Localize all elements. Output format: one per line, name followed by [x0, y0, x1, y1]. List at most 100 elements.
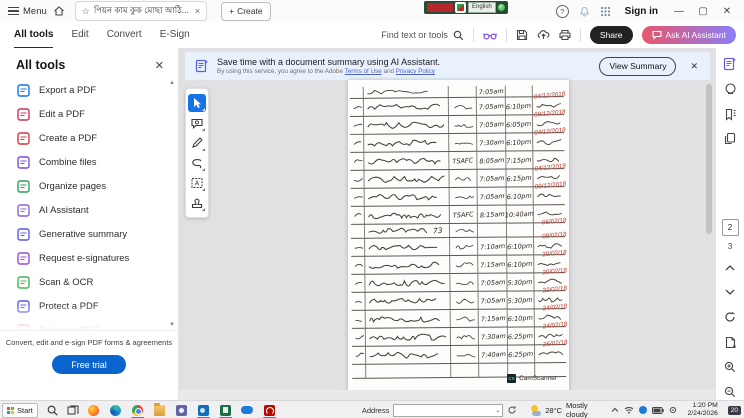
battery-icon[interactable]: [652, 407, 664, 414]
taskbar-search-icon[interactable]: [47, 405, 58, 416]
sidebar-item-combine-files[interactable]: Combine files: [0, 150, 178, 174]
privacy-policy-link[interactable]: Privacy Policy: [396, 68, 435, 75]
avro-keyboard-icon[interactable]: [455, 2, 466, 13]
toolbar-tab-edit[interactable]: Edit: [71, 22, 88, 47]
ai-glasses-icon[interactable]: [483, 30, 497, 41]
weather-widget[interactable]: 28°C Mostly cloudy: [531, 401, 600, 418]
toolbar-tab-all-tools[interactable]: All tools: [14, 22, 53, 49]
taskbar-app-acrobat[interactable]: [263, 403, 276, 418]
onedrive-tray-icon[interactable]: [639, 406, 647, 414]
maximize-button[interactable]: ▢: [696, 6, 710, 17]
fit-page-button[interactable]: [721, 334, 739, 351]
home-button[interactable]: [53, 5, 65, 17]
sidebar-item-create-a-pdf[interactable]: Create a PDF: [0, 126, 178, 150]
toolbar-tab-convert[interactable]: Convert: [107, 22, 142, 47]
post-cell: TSAFC: [449, 152, 477, 169]
taskbar-app-onedrive[interactable]: [241, 403, 254, 418]
free-trial-button[interactable]: Free trial: [52, 355, 126, 374]
start-button[interactable]: Start: [2, 403, 38, 418]
terms-of-use-link[interactable]: Terms of Use: [345, 68, 382, 75]
help-icon[interactable]: ?: [556, 5, 569, 18]
page-number-input[interactable]: 2: [722, 219, 739, 236]
address-dropdown-icon[interactable]: ⌄: [495, 407, 500, 414]
draw-tool-button[interactable]: [188, 134, 206, 152]
generative-summary-panel-button[interactable]: [721, 56, 739, 73]
task-view-icon[interactable]: [67, 405, 79, 416]
create-tab-button[interactable]: + Create: [221, 2, 270, 21]
taskbar-clock[interactable]: 1:20 PM 2/24/2026: [688, 402, 718, 418]
lasso-tool-icon: [191, 158, 203, 169]
address-go-icon[interactable]: [507, 405, 517, 415]
lasso-tool-button[interactable]: [188, 154, 206, 172]
wifi-icon[interactable]: [624, 406, 634, 414]
page-thumbnails-panel-button[interactable]: [721, 130, 739, 147]
serial-cell: [350, 153, 364, 170]
sidebar-item-ai-assistant[interactable]: AI Assistant: [0, 198, 178, 222]
register-row: 7:10am 6:10pm 08/02/18: [351, 237, 565, 257]
tray-chevron-up-icon[interactable]: [611, 407, 619, 413]
address-input[interactable]: ⌄: [393, 404, 503, 417]
taskbar-app-edge[interactable]: [109, 403, 122, 418]
time-out-cell: 6:25pm: [508, 327, 535, 344]
taskbar-app-excel[interactable]: [219, 403, 232, 418]
sidebar-item-organize-pages[interactable]: Organize pages: [0, 174, 178, 198]
taskbar-app-firefox[interactable]: [87, 403, 100, 418]
sidebar-scrollbar[interactable]: ▲ ▼: [168, 80, 176, 328]
toolbar-tab-e-sign[interactable]: E-Sign: [160, 22, 190, 47]
share-button[interactable]: Share: [590, 26, 633, 44]
scrollbar-thumb[interactable]: [706, 84, 712, 234]
sidebar-item-request-e-signatures[interactable]: Request e-signatures: [0, 246, 178, 270]
close-tab-icon[interactable]: ×: [195, 6, 200, 16]
close-window-button[interactable]: ✕: [720, 6, 734, 17]
chevron-up-button[interactable]: [721, 259, 739, 276]
post-cell: [451, 346, 479, 363]
register-row: 7:05am 6:05pm 09/12/2018: [350, 115, 564, 135]
stamp-tool-button[interactable]: [188, 194, 206, 212]
zoom-out-button[interactable]: [721, 383, 739, 400]
banner-close-icon[interactable]: ✕: [690, 61, 698, 72]
zoom-in-button[interactable]: [721, 358, 739, 375]
taskbar-app-file-explorer[interactable]: [153, 403, 166, 418]
sidebar-item-edit-a-pdf[interactable]: Edit a PDF: [0, 102, 178, 126]
add-text-tool-button[interactable]: A: [188, 174, 206, 192]
taskbar-app-teams[interactable]: [175, 403, 188, 418]
rotate-button[interactable]: [721, 309, 739, 326]
apps-grid-icon[interactable]: [600, 6, 611, 17]
minimize-button[interactable]: —: [672, 6, 686, 17]
cloud-upload-icon[interactable]: [537, 29, 550, 41]
keyboard-layout-badge[interactable]: [427, 3, 453, 12]
taskbar-app-chrome[interactable]: [131, 403, 144, 418]
notification-count-badge[interactable]: 20: [728, 406, 741, 415]
settings-gear-icon[interactable]: [669, 406, 677, 414]
select-tool-button[interactable]: [188, 94, 206, 112]
menu-button[interactable]: Menu: [8, 5, 47, 18]
scroll-down-icon[interactable]: ▼: [169, 322, 175, 328]
save-icon[interactable]: [516, 29, 528, 41]
language-mode-select[interactable]: English: [468, 2, 496, 13]
comments-panel-button[interactable]: [721, 81, 739, 98]
comment-tool-button[interactable]: [188, 114, 206, 132]
sidebar-item-scan-ocr[interactable]: Scan & OCR: [0, 270, 178, 294]
bookmarks-panel-button[interactable]: [721, 106, 739, 123]
find-text-button[interactable]: Find text or tools: [381, 30, 464, 41]
sign-in-button[interactable]: Sign in: [625, 6, 658, 17]
camscanner-text: CamScanner: [519, 375, 557, 382]
ask-ai-assistant-button[interactable]: Ask AI Assistant: [642, 26, 736, 44]
time-in-cell: 7:15am: [479, 310, 508, 327]
scroll-up-icon[interactable]: ▲: [169, 80, 175, 86]
document-scrollbar[interactable]: ⌄: [706, 82, 712, 392]
chevron-down-button[interactable]: [721, 284, 739, 301]
pdf-page[interactable]: 7:05am 7:05am 6:10pm 04/12/2018 7:05am 6…: [348, 80, 569, 393]
print-icon[interactable]: [559, 29, 571, 41]
bell-icon[interactable]: [579, 6, 590, 17]
view-summary-button[interactable]: View Summary: [599, 57, 676, 76]
post-cell: TSAFC: [450, 206, 478, 223]
sidebar-close-icon[interactable]: ✕: [155, 59, 164, 72]
star-icon[interactable]: ☆: [82, 6, 90, 17]
document-tab[interactable]: ☆ পিয়ন কাম কুক মোছা আঠি... ×: [75, 1, 207, 21]
find-label: Find text or tools: [381, 30, 448, 40]
sidebar-item-export-a-pdf[interactable]: Export a PDF: [0, 78, 178, 102]
address-label: Address: [362, 406, 390, 415]
taskbar-app-outlook[interactable]: [197, 403, 210, 418]
sidebar-item-generative-summary[interactable]: Generative summary: [0, 222, 178, 246]
